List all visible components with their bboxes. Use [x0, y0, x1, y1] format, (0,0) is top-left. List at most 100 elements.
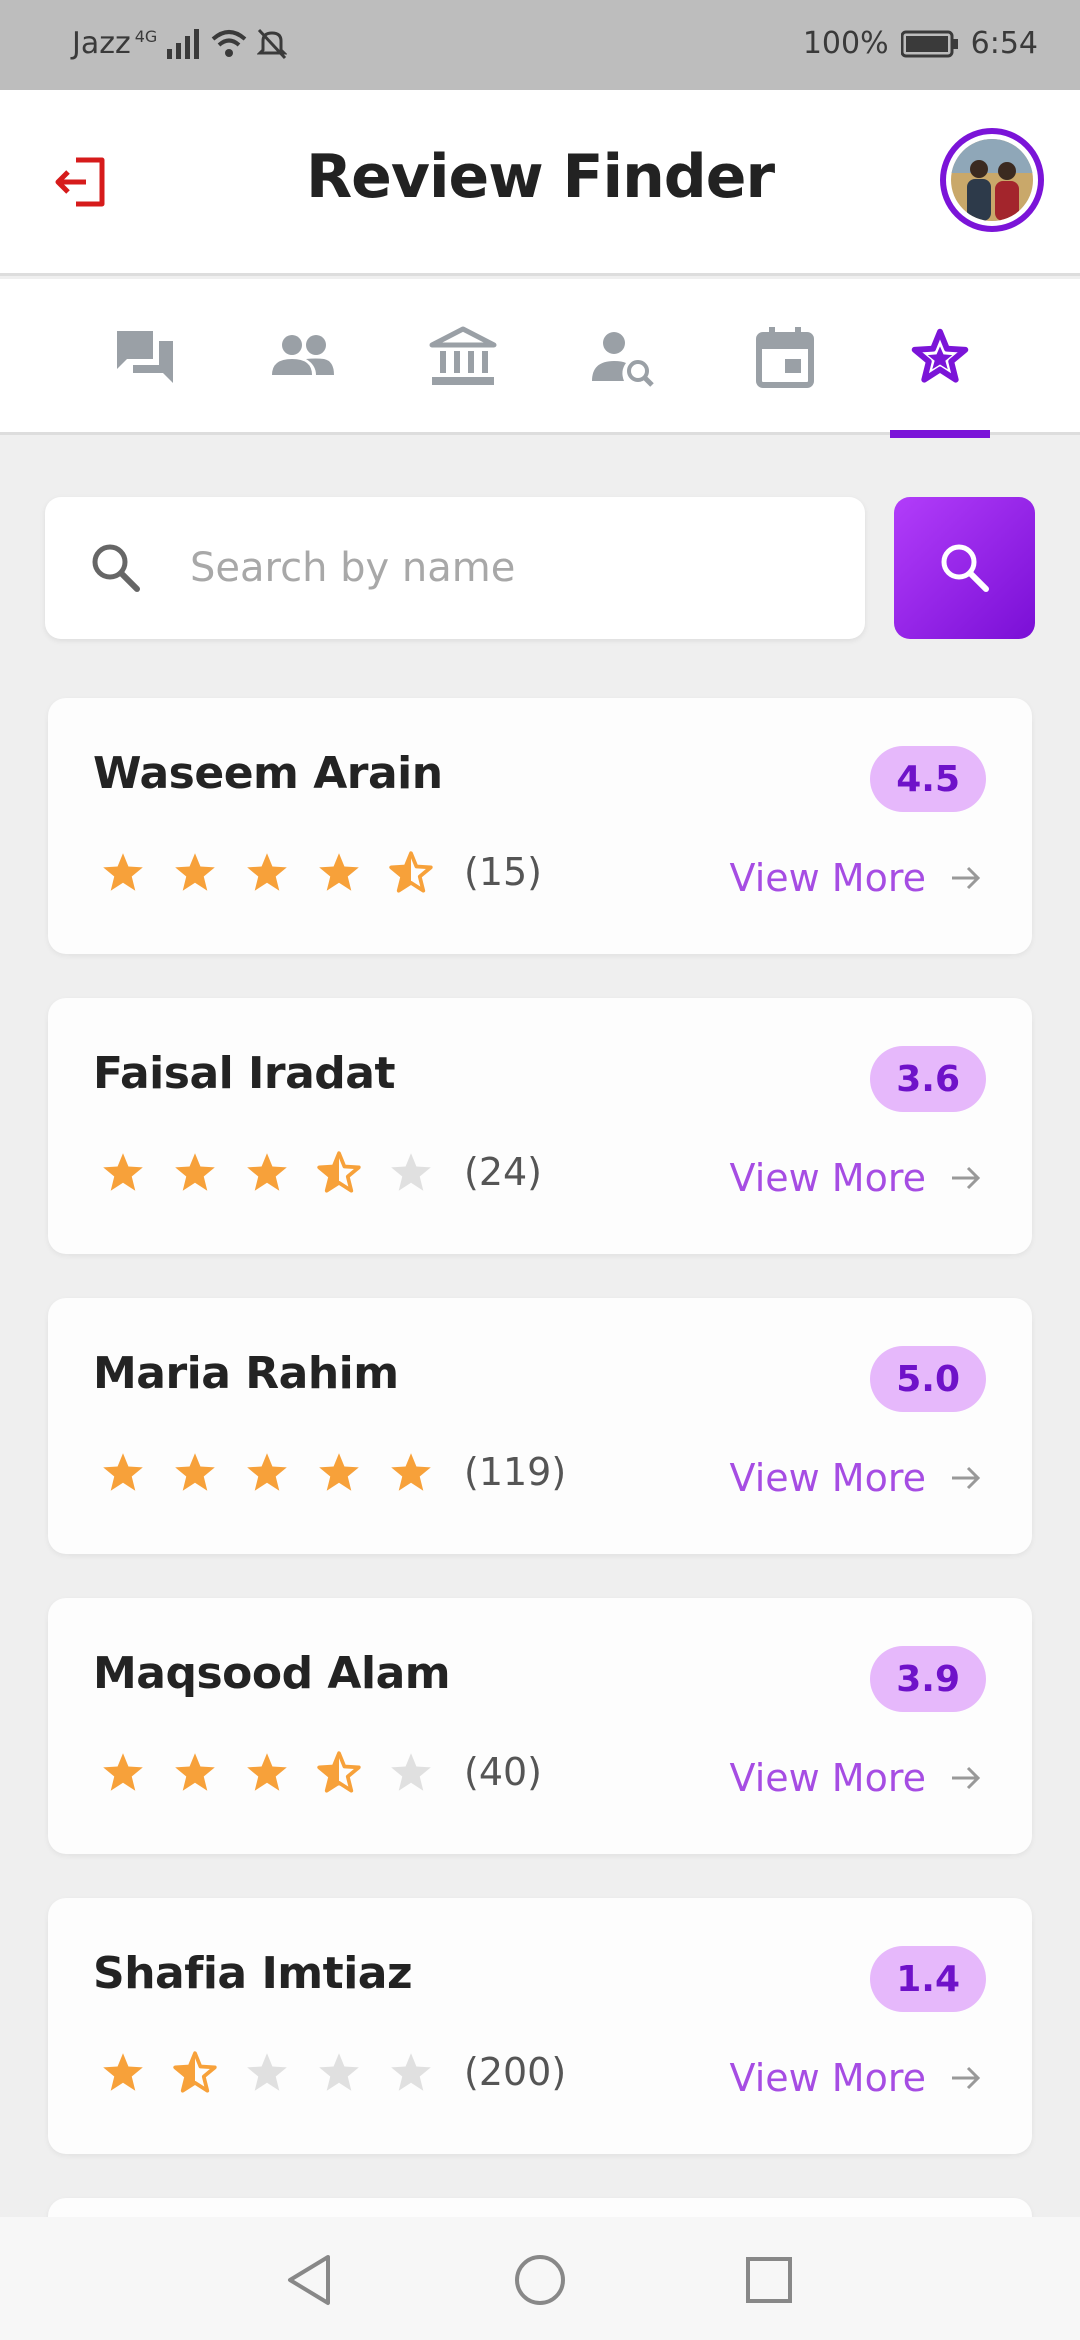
full-star-icon — [103, 1753, 143, 1791]
view-more-label: View More — [729, 2056, 926, 2100]
review-count: (119) — [464, 1450, 567, 1494]
search-icon — [941, 544, 989, 592]
rating-badge: 4.5 — [870, 746, 986, 812]
signal-icon — [167, 28, 200, 59]
rating-badge: 5.0 — [870, 1346, 986, 1412]
star-rating — [98, 1748, 436, 1798]
empty-star-icon — [391, 2053, 431, 2091]
chat-icon — [117, 331, 173, 383]
full-star-icon — [103, 1453, 143, 1491]
view-more-link[interactable]: View More — [730, 1756, 982, 1800]
review-card[interactable]: Waseem Arain 4.5 (15) View More — [48, 698, 1032, 954]
tab-person-search[interactable] — [568, 279, 678, 435]
view-more-link[interactable]: View More — [730, 856, 982, 900]
institution-icon — [429, 326, 497, 385]
full-star-icon — [247, 1753, 287, 1791]
full-star-icon — [103, 1153, 143, 1191]
battery-icon — [900, 30, 958, 57]
empty-star-icon — [391, 1753, 431, 1791]
battery-percent: 100% — [802, 26, 889, 61]
search-row — [45, 497, 1035, 641]
recents-icon — [746, 2257, 792, 2303]
tab-people[interactable] — [248, 279, 358, 435]
full-star-icon — [175, 1753, 215, 1791]
full-star-icon — [175, 1153, 215, 1191]
arrow-right-icon — [952, 866, 981, 890]
review-card-partial — [48, 2198, 1032, 2218]
tab-calendar[interactable] — [730, 279, 840, 435]
half-star-icon — [173, 2051, 217, 2093]
review-count: (15) — [464, 850, 543, 894]
status-right: 100% 6:54 — [803, 26, 1038, 61]
tab-bar — [0, 279, 1080, 438]
full-star-icon — [247, 853, 287, 891]
star-rating — [98, 2048, 436, 2098]
half-star-icon — [317, 1151, 361, 1193]
reviewee-name: Waseem Arain — [93, 748, 443, 799]
review-card[interactable]: Maria Rahim 5.0 (119) View More — [48, 1298, 1032, 1554]
view-more-link[interactable]: View More — [730, 1456, 982, 1500]
person-search-icon — [592, 332, 654, 387]
full-star-icon — [103, 853, 143, 891]
full-star-icon — [319, 853, 359, 891]
nav-home-button[interactable] — [507, 2247, 573, 2313]
view-more-label: View More — [729, 1756, 926, 1800]
star-rating — [98, 848, 436, 898]
calendar-icon — [756, 327, 814, 388]
full-star-icon — [175, 1453, 215, 1491]
star-rating — [98, 1448, 436, 1498]
rating-badge: 1.4 — [870, 1946, 986, 2012]
reviewee-name: Faisal Iradat — [93, 1048, 396, 1099]
carrier-label: Jazz — [72, 26, 131, 61]
arrow-right-icon — [952, 1466, 981, 1490]
clock: 6:54 — [970, 26, 1038, 61]
view-more-link[interactable]: View More — [730, 2056, 982, 2100]
system-nav-bar — [0, 2217, 1080, 2340]
status-bar: Jazz 4G 100% 6:54 — [0, 0, 1080, 90]
full-star-icon — [319, 1453, 359, 1491]
view-more-label: View More — [729, 856, 926, 900]
review-count: (40) — [464, 1750, 543, 1794]
nav-back-button[interactable] — [276, 2247, 342, 2313]
avatar[interactable] — [940, 128, 1044, 232]
mute-bell-icon — [257, 28, 288, 59]
full-star-icon — [391, 1453, 431, 1491]
full-star-icon — [247, 1153, 287, 1191]
review-count: (200) — [464, 2050, 567, 2094]
search-icon — [87, 539, 145, 597]
tab-chat[interactable] — [90, 279, 200, 435]
reviewee-name: Shafia Imtiaz — [93, 1948, 413, 1999]
star-rating — [98, 1148, 436, 1198]
review-list: Waseem Arain 4.5 (15) View More Faisal I… — [48, 698, 1032, 2218]
view-more-link[interactable]: View More — [730, 1156, 982, 1200]
nav-recents-button[interactable] — [736, 2247, 802, 2313]
review-card[interactable]: Maqsood Alam 3.9 (40) View More — [48, 1598, 1032, 1854]
wifi-icon — [211, 29, 247, 57]
people-icon — [272, 335, 334, 375]
back-icon — [288, 2255, 330, 2305]
arrow-right-icon — [952, 1766, 981, 1790]
search-input[interactable] — [190, 497, 840, 639]
review-count: (24) — [464, 1150, 543, 1194]
half-star-icon — [317, 1751, 361, 1793]
full-star-icon — [175, 853, 215, 891]
reviewee-name: Maria Rahim — [93, 1348, 399, 1399]
home-icon — [515, 2255, 565, 2305]
tab-institution[interactable] — [408, 279, 518, 435]
arrow-right-icon — [952, 2066, 981, 2090]
network-label: 4G — [134, 27, 158, 46]
empty-star-icon — [319, 2053, 359, 2091]
profile-photo — [951, 139, 1033, 221]
tab-reviews[interactable] — [890, 279, 990, 438]
review-card[interactable]: Faisal Iradat 3.6 (24) View More — [48, 998, 1032, 1254]
search-button[interactable] — [894, 497, 1035, 639]
star-icon — [911, 328, 969, 383]
app-header: Review Finder — [0, 90, 1080, 276]
review-card[interactable]: Shafia Imtiaz 1.4 (200) View More — [48, 1898, 1032, 2154]
view-more-label: View More — [729, 1156, 926, 1200]
arrow-right-icon — [952, 1166, 981, 1190]
full-star-icon — [103, 2053, 143, 2091]
empty-star-icon — [247, 2053, 287, 2091]
rating-badge: 3.9 — [870, 1646, 986, 1712]
page-title: Review Finder — [305, 142, 775, 212]
